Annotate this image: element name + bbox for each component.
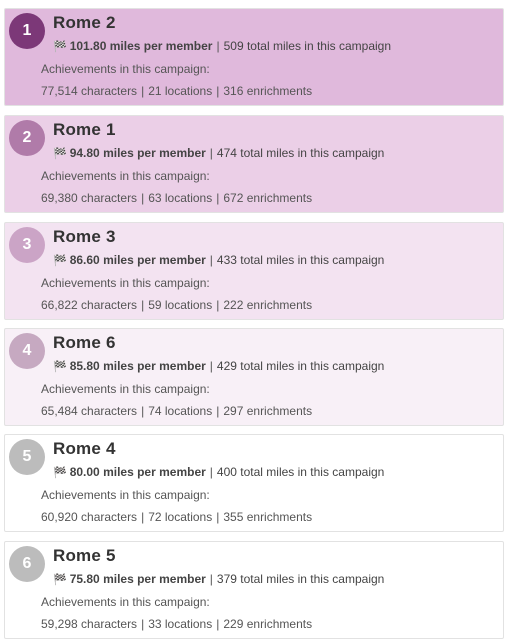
separator: | xyxy=(209,572,213,586)
team-stats: 🏁 75.80 miles per member | 379 total miles … xyxy=(53,572,384,586)
total-miles: 429 total miles in this campaign xyxy=(216,359,385,373)
achievements-values: 66,822 characters | 59 locations | 222 enric… xyxy=(41,298,312,312)
achievements-values: 65,484 characters | 74 locations | 297 enric… xyxy=(41,404,312,418)
team-card[interactable]: 5 Rome 4 🏁 80.00 miles per member | 400 tot… xyxy=(4,434,504,532)
miles-per-member: 80.00 miles per member xyxy=(69,465,206,479)
achievements-label: Achievements in this campaign: xyxy=(41,169,210,183)
enrichments-count: 355 enrichments xyxy=(223,510,313,524)
total-miles: 433 total miles in this campaign xyxy=(216,253,385,267)
checkered-flag-icon: 🏁 xyxy=(53,255,67,267)
miles-per-member: 86.60 miles per member xyxy=(69,253,206,267)
miles-per-member: 75.80 miles per member xyxy=(69,572,206,586)
separator: | xyxy=(209,146,213,160)
achievements-values: 69,380 characters | 63 locations | 672 enric… xyxy=(41,191,312,205)
enrichments-count: 316 enrichments xyxy=(223,84,313,98)
team-stats: 🏁 86.60 miles per member | 433 total miles … xyxy=(53,253,384,267)
separator: | xyxy=(209,465,213,479)
locations-count: 74 locations xyxy=(148,404,213,418)
team-name: Rome 5 xyxy=(53,546,116,565)
separator: | xyxy=(216,298,220,312)
team-name: Rome 1 xyxy=(53,120,116,139)
rank-badge: 2 xyxy=(9,120,45,156)
team-stats: 🏁 94.80 miles per member | 474 total miles … xyxy=(53,146,384,160)
team-name: Rome 4 xyxy=(53,439,116,458)
locations-count: 59 locations xyxy=(148,298,213,312)
checkered-flag-icon: 🏁 xyxy=(53,148,67,160)
enrichments-count: 229 enrichments xyxy=(223,617,313,631)
separator: | xyxy=(141,510,145,524)
total-miles: 474 total miles in this campaign xyxy=(216,146,385,160)
achievements-values: 77,514 characters | 21 locations | 316 enric… xyxy=(41,84,312,98)
team-card[interactable]: 2 Rome 1 🏁 94.80 miles per member | 474 tot… xyxy=(4,115,504,213)
separator: | xyxy=(141,84,145,98)
achievements-label: Achievements in this campaign: xyxy=(41,276,210,290)
separator: | xyxy=(216,191,220,205)
total-miles: 400 total miles in this campaign xyxy=(216,465,385,479)
team-card[interactable]: 4 Rome 6 🏁 85.80 miles per member | 429 tot… xyxy=(4,328,504,426)
total-miles: 379 total miles in this campaign xyxy=(216,572,385,586)
separator: | xyxy=(216,84,220,98)
locations-count: 33 locations xyxy=(148,617,213,631)
team-card[interactable]: 1 Rome 2 🏁 101.80 miles per member | 509 to… xyxy=(4,8,504,106)
team-stats: 🏁 85.80 miles per member | 429 total miles … xyxy=(53,359,384,373)
rank-badge: 3 xyxy=(9,227,45,263)
leaderboard-list: 1 Rome 2 🏁 101.80 miles per member | 509 to… xyxy=(0,0,511,642)
separator: | xyxy=(216,617,220,631)
characters-count: 60,920 characters xyxy=(41,510,138,524)
achievements-label: Achievements in this campaign: xyxy=(41,62,210,76)
locations-count: 72 locations xyxy=(148,510,213,524)
separator: | xyxy=(216,39,220,53)
locations-count: 63 locations xyxy=(148,191,213,205)
team-card[interactable]: 6 Rome 5 🏁 75.80 miles per member | 379 tot… xyxy=(4,541,504,639)
separator: | xyxy=(216,510,220,524)
separator: | xyxy=(141,617,145,631)
separator: | xyxy=(216,404,220,418)
achievements-values: 59,298 characters | 33 locations | 229 enric… xyxy=(41,617,312,631)
team-card[interactable]: 3 Rome 3 🏁 86.60 miles per member | 433 tot… xyxy=(4,222,504,320)
enrichments-count: 222 enrichments xyxy=(223,298,313,312)
characters-count: 66,822 characters xyxy=(41,298,138,312)
miles-per-member: 85.80 miles per member xyxy=(69,359,206,373)
achievements-label: Achievements in this campaign: xyxy=(41,382,210,396)
separator: | xyxy=(141,298,145,312)
team-stats: 🏁 101.80 miles per member | 509 total miles… xyxy=(53,39,391,53)
checkered-flag-icon: 🏁 xyxy=(53,467,67,479)
rank-badge: 5 xyxy=(9,439,45,475)
achievements-label: Achievements in this campaign: xyxy=(41,595,210,609)
team-name: Rome 2 xyxy=(53,13,116,32)
miles-per-member: 94.80 miles per member xyxy=(69,146,206,160)
team-name: Rome 3 xyxy=(53,227,116,246)
achievements-label: Achievements in this campaign: xyxy=(41,488,210,502)
team-stats: 🏁 80.00 miles per member | 400 total miles … xyxy=(53,465,384,479)
separator: | xyxy=(141,191,145,205)
separator: | xyxy=(209,359,213,373)
rank-badge: 4 xyxy=(9,333,45,369)
total-miles: 509 total miles in this campaign xyxy=(223,39,392,53)
checkered-flag-icon: 🏁 xyxy=(53,574,67,586)
separator: | xyxy=(209,253,213,267)
locations-count: 21 locations xyxy=(148,84,213,98)
enrichments-count: 297 enrichments xyxy=(223,404,313,418)
characters-count: 59,298 characters xyxy=(41,617,138,631)
characters-count: 69,380 characters xyxy=(41,191,138,205)
enrichments-count: 672 enrichments xyxy=(223,191,313,205)
separator: | xyxy=(141,404,145,418)
achievements-values: 60,920 characters | 72 locations | 355 enric… xyxy=(41,510,312,524)
miles-per-member: 101.80 miles per member xyxy=(69,39,213,53)
characters-count: 65,484 characters xyxy=(41,404,138,418)
checkered-flag-icon: 🏁 xyxy=(53,41,67,53)
team-name: Rome 6 xyxy=(53,333,116,352)
checkered-flag-icon: 🏁 xyxy=(53,361,67,373)
characters-count: 77,514 characters xyxy=(41,84,138,98)
rank-badge: 6 xyxy=(9,546,45,582)
rank-badge: 1 xyxy=(9,13,45,49)
